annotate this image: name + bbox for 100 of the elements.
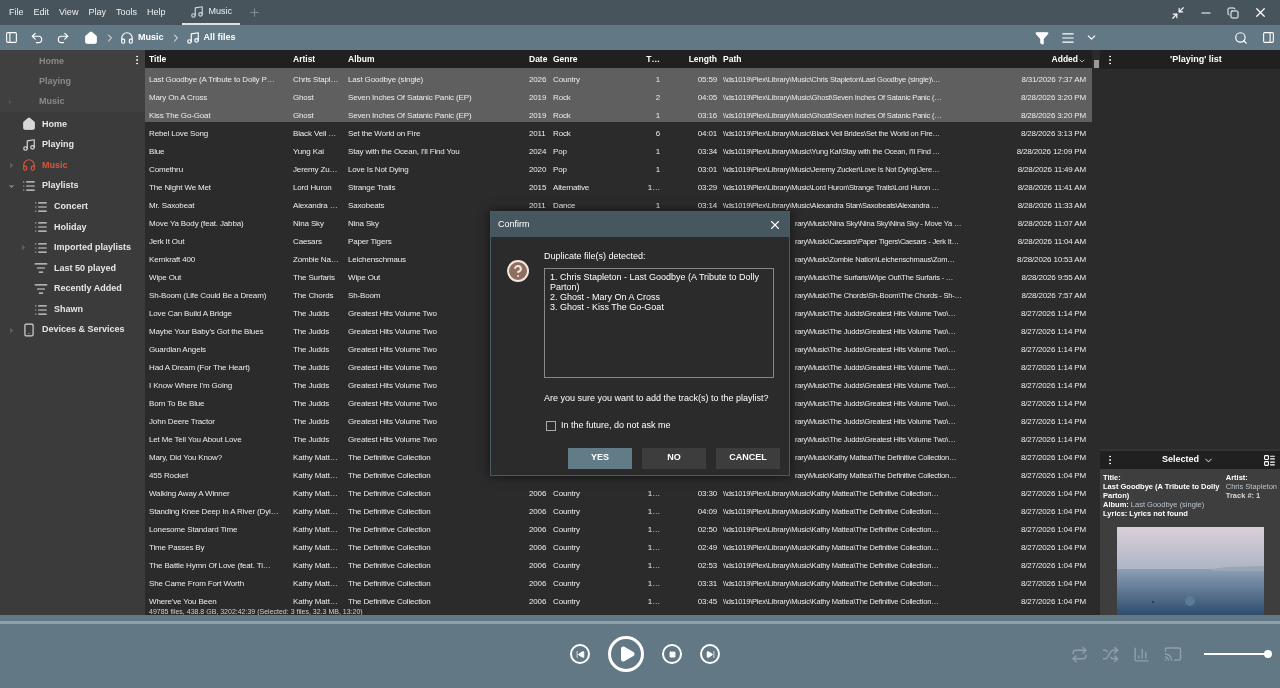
layout-icon[interactable]: [1263, 453, 1276, 467]
dialog-button[interactable]: CANCEL: [716, 447, 780, 469]
table-cell: Greatest Hits Volume Two: [348, 417, 437, 426]
sidebar-item[interactable]: Last 50 played: [54, 261, 117, 276]
panel-toggle-icon[interactable]: [1262, 31, 1275, 44]
list-icon: [34, 199, 48, 214]
table-cell: 03:01: [697, 165, 717, 174]
sidebar-item[interactable]: Playing: [42, 138, 74, 152]
table-cell: Kathy Matt…: [293, 471, 338, 480]
next-button[interactable]: [700, 644, 720, 664]
skip-back-icon: [575, 649, 585, 659]
table-cell: Walking Away A Winner: [149, 489, 230, 498]
table-cell: Ghost: [293, 93, 314, 102]
table-cell: Time Passes By: [149, 543, 205, 552]
table-cell: 8/28/2026 3:20 PM: [1020, 93, 1086, 102]
table-cell: 03:45: [697, 597, 717, 606]
phone-icon: [22, 323, 36, 338]
stop-icon: [668, 650, 676, 658]
menu-item[interactable]: Edit: [28, 5, 55, 20]
table-cell: The Definitive Collection: [348, 471, 431, 480]
table-cell: Country: [553, 507, 580, 516]
sidebar-item[interactable]: Imported playlists: [54, 241, 132, 255]
column-header[interactable]: Date: [529, 52, 548, 66]
close-icon[interactable]: [1253, 5, 1268, 20]
headphones-icon: [120, 30, 134, 45]
slider-thumb[interactable]: [1264, 650, 1272, 658]
table-cell: Greatest Hits Volume Two: [348, 309, 437, 318]
menu-item[interactable]: Help: [141, 5, 171, 20]
table-cell: Love Can Build A Bridge: [149, 309, 232, 318]
table-cell: The Judds: [293, 327, 329, 336]
column-header[interactable]: Album: [348, 52, 375, 66]
panel-title[interactable]: Selected: [1162, 453, 1200, 467]
sidebar-item[interactable]: Shawn: [54, 302, 83, 317]
table-cell: 1…: [647, 543, 660, 552]
menu-item[interactable]: View: [54, 5, 84, 20]
sidebar-item[interactable]: Home: [42, 117, 67, 132]
table-cell: Jeremy Zu…: [293, 165, 338, 174]
table-cell: 8/28/2026 12:09 PM: [1016, 147, 1086, 156]
table-cell: 2024: [529, 147, 547, 156]
skip-forward-icon: [705, 649, 715, 659]
column-header[interactable]: Title: [149, 52, 167, 66]
list-icon: [34, 240, 48, 255]
table-cell: Saxobeats: [348, 201, 385, 210]
home-icon[interactable]: [84, 30, 98, 45]
play-icon: [618, 645, 636, 663]
checkbox-label: In the future, do not ask me: [561, 419, 671, 432]
column-header[interactable]: T…: [646, 52, 660, 66]
panel-title: 'Playing' list: [1170, 52, 1222, 66]
table-cell: The Judds: [293, 363, 329, 372]
sidebar-item[interactable]: Concert: [54, 199, 88, 214]
table-cell: 2019: [529, 111, 547, 120]
menu-item[interactable]: File: [4, 5, 29, 20]
breadcrumb[interactable]: Music: [120, 30, 164, 45]
table-cell: Last Goodbye (single): [348, 75, 424, 84]
column-header[interactable]: Genre: [553, 52, 578, 66]
table-cell: 8/27/2026 1:04 PM: [1020, 543, 1086, 552]
table-cell: Greatest Hits Volume Two: [348, 327, 437, 336]
undo-icon[interactable]: [30, 30, 44, 45]
filter-icon[interactable]: [1035, 30, 1049, 45]
scrollbar-thumb[interactable]: [1093, 60, 1099, 68]
table-cell: 1: [655, 165, 660, 174]
redo-icon[interactable]: [56, 30, 70, 45]
table-cell: Stay with the Ocean, I'll Find You: [348, 147, 460, 156]
restore-icon[interactable]: [1227, 6, 1239, 19]
play-button[interactable]: [608, 636, 644, 672]
table-cell: The Battle Hymn Of Love (feat. Ti…: [149, 561, 271, 570]
add-tab-icon[interactable]: [247, 6, 261, 19]
column-header[interactable]: Added: [1051, 52, 1086, 66]
table-cell: Greatest Hits Volume Two: [348, 345, 437, 354]
menu-item[interactable]: Play: [83, 5, 111, 20]
table-cell: Born To Be Blue: [149, 399, 205, 408]
search-icon[interactable]: [1234, 30, 1248, 45]
sidebar-item[interactable]: Devices & Services: [42, 323, 125, 337]
sidebar-item[interactable]: Recently Added: [54, 282, 122, 296]
stop-button[interactable]: [662, 644, 682, 664]
breadcrumb[interactable]: All files: [185, 30, 236, 45]
table-cell: 8/31/2026 7:37 AM: [1021, 75, 1086, 84]
music-note-icon: [190, 4, 205, 19]
sidebar-item[interactable]: Holiday: [54, 220, 87, 234]
previous-button[interactable]: [570, 644, 590, 664]
column-header[interactable]: Path: [723, 52, 742, 66]
dialog-button[interactable]: YES: [568, 447, 632, 469]
sidebar-toggle-icon[interactable]: [5, 31, 18, 44]
headphones-icon: [22, 158, 36, 173]
list-view-icon[interactable]: [1061, 30, 1075, 45]
collapse-icon[interactable]: [1171, 5, 1185, 20]
table-cell: 03:31: [697, 579, 717, 588]
list-item: 2. Ghost - Mary On A Cross: [550, 291, 662, 302]
table-cell: 8/27/2026 1:14 PM: [1020, 435, 1086, 444]
column-header[interactable]: Artist: [293, 52, 316, 66]
table-cell: The Surfaris: [293, 273, 335, 282]
table-cell: 8/27/2026 1:04 PM: [1020, 525, 1086, 534]
table-cell: 8/27/2026 1:04 PM: [1020, 471, 1086, 480]
dialog-button[interactable]: NO: [642, 447, 706, 469]
sidebar-item[interactable]: Playlists: [42, 179, 79, 193]
table-cell: Country: [553, 579, 580, 588]
table-cell: Dance: [553, 201, 576, 210]
checkbox[interactable]: [546, 420, 556, 431]
column-header[interactable]: Length: [688, 52, 717, 66]
menu-item[interactable]: Tools: [110, 5, 142, 20]
